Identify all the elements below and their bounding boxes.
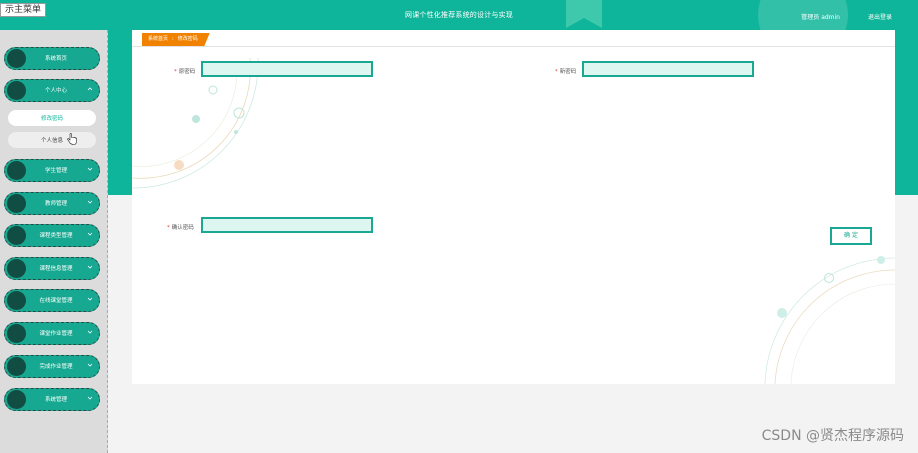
- sidebar: 系统首页 个人中心 修改密码 个人信息 学生管理 教师管理 课程类型管理 课程信…: [0, 30, 108, 453]
- sidebar-item-completed-homework[interactable]: 完成作业管理: [4, 355, 100, 378]
- chevron-down-icon: [87, 396, 93, 400]
- watermark: CSDN @贤杰程序源码: [761, 428, 904, 444]
- sidebar-item-label: 个人中心: [44, 88, 67, 94]
- old-password-label: * 原密码: [174, 69, 196, 75]
- new-password-label: * 新密码: [555, 69, 577, 75]
- sidebar-subitem-personal-info[interactable]: 个人信息: [8, 132, 96, 148]
- app-title: 网课个性化推荐系统的设计与实现: [405, 11, 513, 19]
- menu-dot-icon: [7, 324, 26, 343]
- sidebar-item-label: 教师管理: [44, 201, 67, 207]
- background-decoration: [764, 256, 895, 384]
- chevron-down-icon: [87, 297, 93, 301]
- new-password-input[interactable]: [582, 61, 754, 77]
- hand-cursor-icon: [67, 133, 77, 145]
- menu-toggle-button[interactable]: 示主菜单: [0, 3, 47, 17]
- breadcrumb-home[interactable]: 系统首页: [148, 36, 168, 42]
- sidebar-item-label: 课堂作业管理: [39, 331, 73, 337]
- breadcrumb-separator: :: [172, 36, 174, 42]
- user-info: 管理员 admin: [801, 14, 840, 21]
- sidebar-item-label: 系统首页: [44, 56, 67, 62]
- confirm-button[interactable]: 确 定: [830, 227, 872, 245]
- breadcrumb: 系统首页: 修改密码: [142, 33, 210, 46]
- sidebar-item-system[interactable]: 系统管理: [4, 388, 100, 411]
- menu-dot-icon: [7, 291, 26, 310]
- menu-dot-icon: [7, 259, 26, 278]
- menu-dot-icon: [7, 226, 26, 245]
- sidebar-item-personal-center[interactable]: 个人中心: [4, 79, 100, 102]
- sidebar-item-label: 课程信息管理: [39, 266, 73, 272]
- chevron-down-icon: [87, 265, 93, 269]
- sidebar-item-course-types[interactable]: 课程类型管理: [4, 224, 100, 247]
- menu-dot-icon: [7, 357, 26, 376]
- breadcrumb-current: 修改密码: [177, 36, 198, 42]
- sidebar-item-teachers[interactable]: 教师管理: [4, 192, 100, 215]
- sidebar-item-label: 系统管理: [44, 397, 67, 403]
- chevron-down-icon: [87, 200, 93, 204]
- sidebar-item-class-homework[interactable]: 课堂作业管理: [4, 322, 100, 345]
- sidebar-item-course-info[interactable]: 课程信息管理: [4, 257, 100, 280]
- chevron-down-icon: [87, 232, 93, 236]
- sidebar-item-home[interactable]: 系统首页: [4, 47, 100, 70]
- sidebar-item-label: 课程类型管理: [39, 233, 73, 239]
- chevron-down-icon: [87, 330, 93, 334]
- menu-dot-icon: [7, 194, 26, 213]
- sidebar-subitem-label: 个人信息: [40, 138, 63, 144]
- sidebar-item-label: 学生管理: [44, 168, 67, 174]
- sidebar-item-students[interactable]: 学生管理: [4, 159, 100, 182]
- confirm-password-label: * 确认密码: [167, 225, 194, 231]
- sidebar-subitem-label: 修改密码: [40, 116, 63, 122]
- sidebar-item-label: 在线课堂管理: [39, 298, 73, 304]
- divider: [132, 46, 895, 47]
- sidebar-item-online-classroom[interactable]: 在线课堂管理: [4, 289, 100, 312]
- chevron-down-icon: [87, 167, 93, 171]
- menu-dot-icon: [7, 161, 26, 180]
- chevron-down-icon: [87, 363, 93, 367]
- sidebar-item-label: 完成作业管理: [39, 364, 73, 370]
- app-window: 网课个性化推荐系统的设计与实现 管理员 admin 退出登录 示主菜单 系统首页…: [0, 0, 918, 453]
- top-bar: 网课个性化推荐系统的设计与实现 管理员 admin 退出登录: [0, 0, 918, 60]
- menu-dot-icon: [7, 49, 26, 68]
- content-panel: 系统首页: 修改密码: [132, 30, 895, 384]
- confirm-password-input[interactable]: [201, 217, 373, 233]
- old-password-input[interactable]: [201, 61, 373, 77]
- menu-dot-icon: [7, 390, 26, 409]
- logout-link[interactable]: 退出登录: [868, 12, 892, 21]
- chevron-up-icon: [87, 87, 93, 91]
- sidebar-subitem-change-password[interactable]: 修改密码: [8, 110, 96, 126]
- menu-dot-icon: [7, 81, 26, 100]
